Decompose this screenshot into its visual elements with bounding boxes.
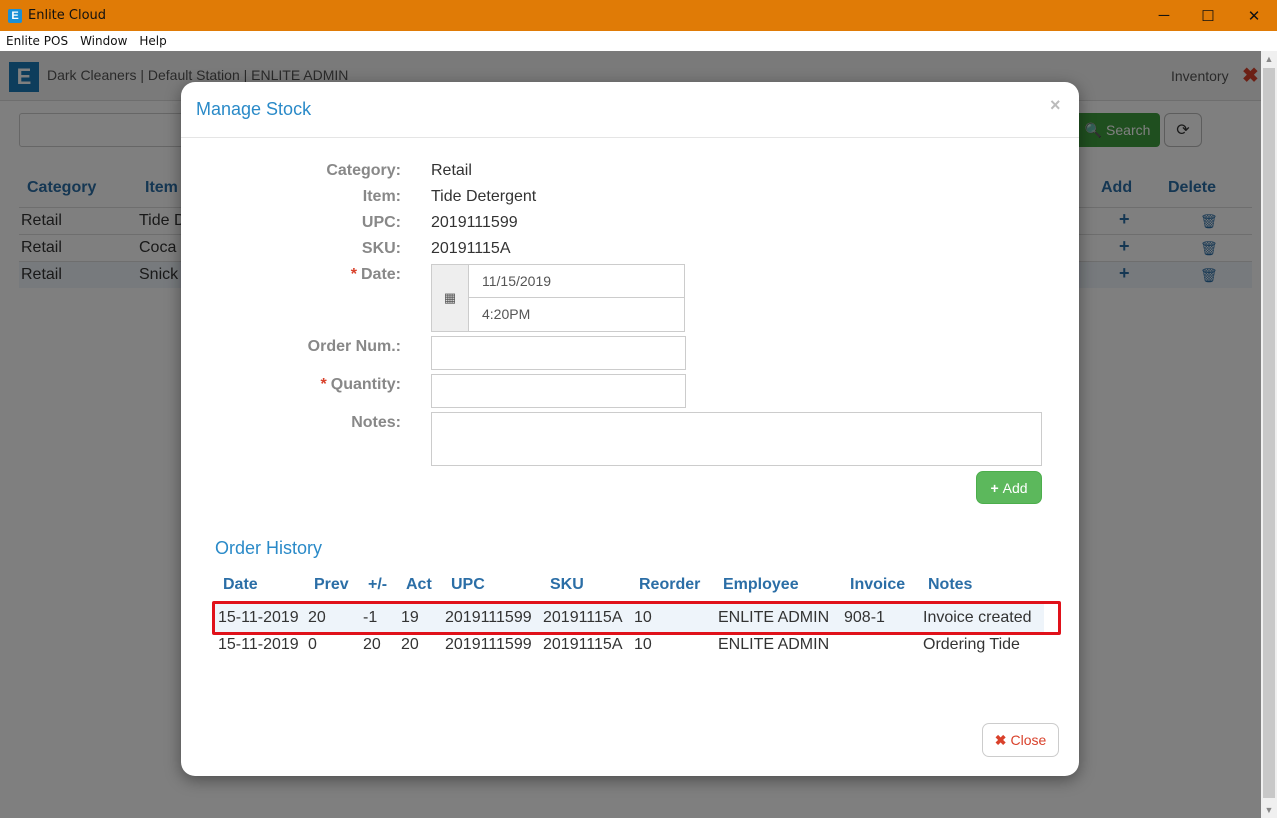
quantity-input[interactable] [431, 374, 686, 408]
notes-label: Notes: [351, 414, 401, 431]
close-button[interactable]: ✖ Close [982, 723, 1059, 757]
hist-col-sku: SKU [550, 576, 584, 593]
category-label: Category: [326, 162, 401, 179]
hist-col-notes: Notes [928, 576, 973, 593]
modal-title: Manage Stock [196, 99, 312, 119]
required-mark: * [320, 376, 327, 393]
cell-reorder: 10 [634, 636, 652, 653]
upc-value: 2019111599 [431, 214, 518, 231]
upc-label: UPC: [361, 214, 401, 231]
maximize-button[interactable]: ☐ [1185, 0, 1231, 31]
menu-bar: Enlite POS Window Help [0, 31, 1277, 51]
highlight-box [212, 601, 1061, 635]
window-close-button[interactable]: ✕ [1231, 0, 1277, 31]
vertical-scrollbar[interactable]: ▲ ▼ [1261, 51, 1277, 818]
cell-act: 20 [401, 636, 419, 653]
history-row[interactable]: 15-11-2019 0 20 20 2019111599 20191115A … [214, 631, 1044, 659]
cell-date: 15-11-2019 [218, 636, 299, 653]
datetime-picker: ▦ 11/15/2019 4:20PM [431, 264, 685, 332]
order-num-label: Order Num.: [307, 338, 401, 355]
cell-prev: 0 [308, 636, 317, 653]
hist-col-prev: Prev [314, 576, 349, 593]
item-label: Item: [362, 188, 401, 205]
hist-col-change: +/- [368, 576, 388, 593]
modal-close-icon[interactable]: × [1050, 95, 1061, 116]
order-num-input[interactable] [431, 336, 686, 370]
category-value: Retail [431, 162, 472, 179]
sku-label: SKU: [361, 240, 401, 257]
add-stock-button[interactable]: + Add [976, 471, 1042, 504]
modal-header: Manage Stock × [181, 82, 1079, 138]
menu-enlite-pos[interactable]: Enlite POS [0, 34, 74, 48]
cell-employee: ENLITE ADMIN [718, 636, 830, 653]
close-button-label: Close [1010, 732, 1047, 748]
notes-textarea[interactable] [431, 412, 1042, 466]
order-history-title: Order History [215, 538, 323, 558]
cell-change: 20 [363, 636, 381, 653]
hist-col-invoice: Invoice [850, 576, 906, 593]
menu-help[interactable]: Help [133, 34, 172, 48]
date-field[interactable]: 11/15/2019 [469, 265, 685, 298]
window-title: Enlite Cloud [28, 8, 107, 23]
hist-col-act: Act [406, 576, 432, 593]
quantity-label-text: Quantity: [330, 376, 401, 393]
date-label-text: Date: [360, 266, 401, 283]
menu-window[interactable]: Window [74, 34, 133, 48]
scroll-down-icon[interactable]: ▼ [1261, 802, 1277, 818]
hist-col-employee: Employee [723, 576, 799, 593]
scroll-up-icon[interactable]: ▲ [1261, 51, 1277, 67]
quantity-label: * Quantity: [181, 376, 401, 394]
manage-stock-dialog: Manage Stock × Category: Retail Item: Ti… [181, 82, 1079, 776]
time-field[interactable]: 4:20PM [469, 298, 685, 331]
cell-sku: 20191115A [543, 636, 623, 653]
scroll-thumb[interactable] [1263, 68, 1275, 798]
add-button-label: Add [1002, 479, 1028, 496]
sku-value: 20191115A [431, 240, 511, 257]
window-titlebar: E Enlite Cloud ─ ☐ ✕ [0, 0, 1277, 31]
calendar-icon[interactable]: ▦ [432, 265, 469, 331]
minimize-button[interactable]: ─ [1141, 0, 1187, 31]
app-icon: E [8, 8, 22, 23]
hist-col-reorder: Reorder [639, 576, 701, 593]
cell-upc: 2019111599 [445, 636, 532, 653]
item-value: Tide Detergent [431, 188, 537, 205]
date-label: * Date: [181, 266, 401, 284]
cell-notes: Ordering Tide [923, 636, 1020, 653]
close-x-icon: ✖ [994, 731, 1007, 748]
hist-col-upc: UPC [451, 576, 485, 593]
hist-col-date: Date [223, 576, 258, 593]
plus-icon: + [990, 479, 999, 496]
required-mark: * [350, 266, 357, 283]
